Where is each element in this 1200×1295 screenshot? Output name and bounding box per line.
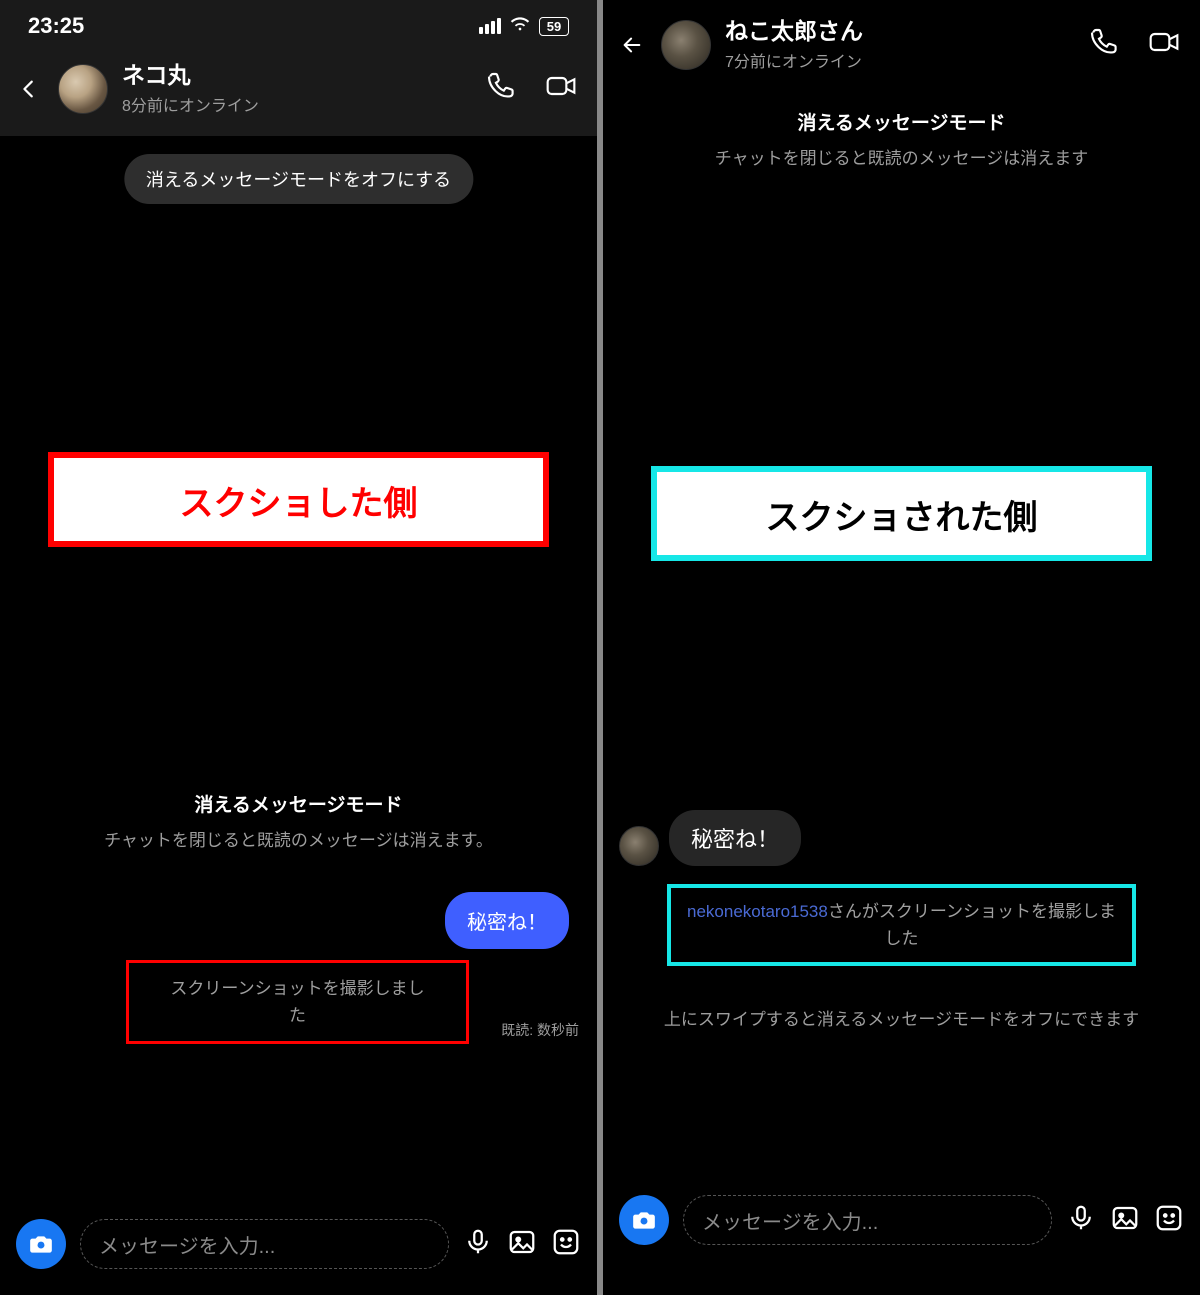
screenshot-notice: スクリーンショットを撮影しました xyxy=(126,960,469,1044)
camera-button[interactable] xyxy=(16,1219,66,1269)
wifi-icon xyxy=(509,12,531,40)
screenshot-notice-text: スクリーンショットを撮影しました xyxy=(155,963,440,1041)
message-composer: メッセージを入力... xyxy=(0,1207,597,1295)
status-icons: 59 xyxy=(479,12,569,40)
contact-name: ネコ丸 xyxy=(122,62,471,90)
vanish-mode-block: 消えるメッセージモード チャットを閉じると既読のメッセージは消えます xyxy=(603,108,1200,172)
contact-status: 8分前にオンライン xyxy=(122,92,471,116)
status-time: 23:25 xyxy=(28,13,84,39)
message-input-placeholder: メッセージを入力... xyxy=(702,1206,878,1235)
vanish-mode-subtitle: チャットを閉じると既読のメッセージは消えます xyxy=(623,145,1180,172)
phone-left: 23:25 59 ネコ丸 8分前にオンライン 消えるメッセージモードをオ xyxy=(0,0,597,1295)
battery-icon: 59 xyxy=(539,17,569,36)
contact-name: ねこ太郎さん xyxy=(725,18,1074,46)
vanish-mode-block: 消えるメッセージモード チャットを閉じると既読のメッセージは消えます。 xyxy=(0,790,597,854)
video-call-button[interactable] xyxy=(1148,26,1180,63)
screenshot-notice: nekonekotaro1538さんがスクリーンショットを撮影しました xyxy=(667,884,1136,966)
swipe-hint-text: 上にスワイプすると消えるメッセージモードをオフにできます xyxy=(629,994,1174,1045)
chat-header: ネコ丸 8分前にオンライン xyxy=(0,52,597,136)
callout-text: スクショされた側 xyxy=(766,499,1038,537)
read-receipt: 既読: 数秒前 xyxy=(501,1020,579,1040)
message-input[interactable]: メッセージを入力... xyxy=(683,1195,1052,1245)
annotation-callout: スクショされた側 xyxy=(651,466,1152,561)
incoming-message-row: 秘密ね！ xyxy=(619,810,801,866)
chat-header: ねこ太郎さん 7分前にオンライン xyxy=(603,0,1200,92)
audio-call-button[interactable] xyxy=(485,70,517,107)
contact-avatar[interactable] xyxy=(661,20,711,70)
back-button[interactable] xyxy=(14,78,44,100)
screenshot-suffix: さんがスクリーンショットを撮影しました xyxy=(828,902,1116,948)
status-bar: 23:25 59 xyxy=(0,0,597,52)
screenshot-username[interactable]: nekonekotaro1538 xyxy=(687,902,828,921)
contact-status: 7分前にオンライン xyxy=(725,48,1074,72)
outgoing-message-row: 秘密ね！ xyxy=(445,892,569,949)
gallery-button[interactable] xyxy=(507,1227,537,1262)
swipe-hint: 上にスワイプすると消えるメッセージモードをオフにできます xyxy=(603,994,1200,1045)
message-input[interactable]: メッセージを入力... xyxy=(80,1219,449,1269)
contact-avatar[interactable] xyxy=(58,64,108,114)
vanish-mode-subtitle: チャットを閉じると既読のメッセージは消えます。 xyxy=(20,827,577,854)
cellular-icon xyxy=(479,18,501,34)
contact-info[interactable]: ねこ太郎さん 7分前にオンライン xyxy=(725,18,1074,72)
chat-body[interactable]: 消えるメッセージモード チャットを閉じると既読のメッセージは消えます スクショさ… xyxy=(603,92,1200,1183)
message-avatar[interactable] xyxy=(619,826,659,866)
vanish-mode-off-pill[interactable]: 消えるメッセージモードをオフにする xyxy=(124,154,473,204)
incoming-message-bubble[interactable]: 秘密ね！ xyxy=(669,810,801,866)
message-input-placeholder: メッセージを入力... xyxy=(99,1230,275,1259)
message-composer: メッセージを入力... xyxy=(603,1183,1200,1295)
sticker-button[interactable] xyxy=(551,1227,581,1262)
video-call-button[interactable] xyxy=(545,70,577,107)
phone-right: ねこ太郎さん 7分前にオンライン 消えるメッセージモード チャットを閉じると既読… xyxy=(603,0,1200,1295)
outgoing-message-bubble[interactable]: 秘密ね！ xyxy=(445,892,569,949)
callout-text: スクショした側 xyxy=(180,485,418,523)
back-button[interactable] xyxy=(617,34,647,56)
audio-call-button[interactable] xyxy=(1088,26,1120,63)
chat-body[interactable]: 消えるメッセージモードをオフにする スクショした側 消えるメッセージモード チャ… xyxy=(0,136,597,1207)
contact-info[interactable]: ネコ丸 8分前にオンライン xyxy=(122,62,471,116)
voice-button[interactable] xyxy=(463,1227,493,1262)
annotation-callout: スクショした側 xyxy=(48,452,549,547)
vanish-mode-title: 消えるメッセージモード xyxy=(20,790,577,817)
voice-button[interactable] xyxy=(1066,1203,1096,1238)
gallery-button[interactable] xyxy=(1110,1203,1140,1238)
camera-button[interactable] xyxy=(619,1195,669,1245)
vanish-mode-title: 消えるメッセージモード xyxy=(623,108,1180,135)
sticker-button[interactable] xyxy=(1154,1203,1184,1238)
